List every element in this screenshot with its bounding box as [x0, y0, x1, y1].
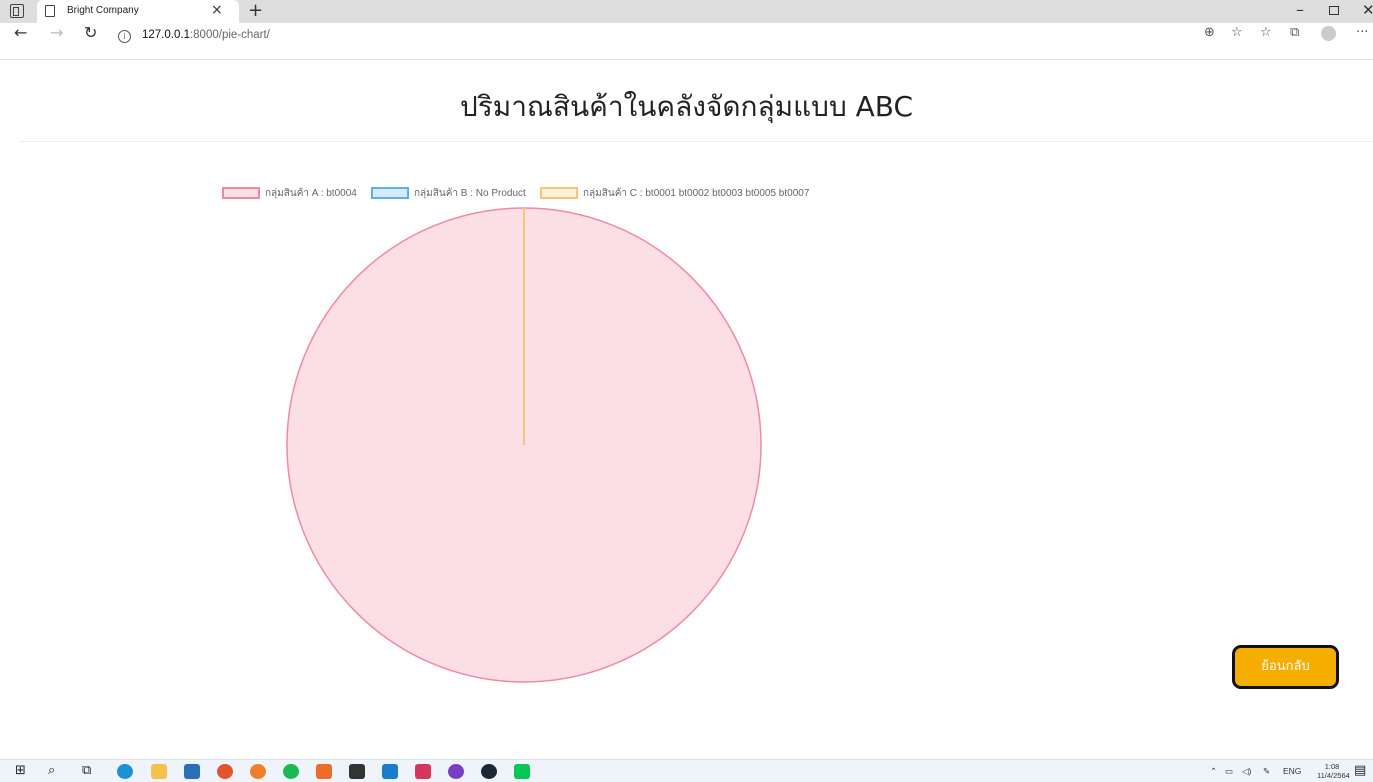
vscode-icon[interactable]: [382, 764, 398, 779]
back-button[interactable]: ย้อนกลับ: [1232, 645, 1339, 689]
steam-icon[interactable]: [481, 764, 497, 779]
windows-start-icon[interactable]: ⊞: [15, 763, 26, 778]
taskbar: ⊞ ⌕ ⧉ ⌃ ▭ ◁) ✎ ENG 1:08 11/4/2564 ▤: [0, 759, 1373, 782]
spotify-icon[interactable]: [283, 764, 299, 779]
pen-icon[interactable]: ✎: [1263, 766, 1270, 777]
edge-icon[interactable]: [117, 764, 133, 779]
task-view-icon[interactable]: ⧉: [82, 763, 91, 778]
terminal-icon[interactable]: [349, 764, 365, 779]
firefox-icon[interactable]: [250, 764, 266, 779]
search-icon[interactable]: ⌕: [48, 763, 55, 778]
language-indicator[interactable]: ENG: [1283, 766, 1301, 776]
clock-date: 11/4/2564: [1317, 771, 1350, 780]
volume-icon[interactable]: ◁): [1242, 766, 1251, 777]
clock[interactable]: 1:08 11/4/2564: [1317, 762, 1350, 780]
tray-chevron-icon[interactable]: ⌃: [1210, 766, 1217, 777]
chrome-icon[interactable]: [217, 764, 233, 779]
network-icon[interactable]: ▭: [1225, 766, 1233, 777]
notifications-icon[interactable]: ▤: [1354, 763, 1366, 778]
clock-time: 1:08: [1324, 762, 1340, 771]
mail-icon[interactable]: [184, 764, 200, 779]
app-icon[interactable]: [415, 764, 431, 779]
xampp-icon[interactable]: [316, 764, 332, 779]
github-desktop-icon[interactable]: [448, 764, 464, 779]
pie-chart: [286, 207, 762, 683]
file-explorer-icon[interactable]: [151, 764, 167, 779]
line-icon[interactable]: [514, 764, 530, 779]
